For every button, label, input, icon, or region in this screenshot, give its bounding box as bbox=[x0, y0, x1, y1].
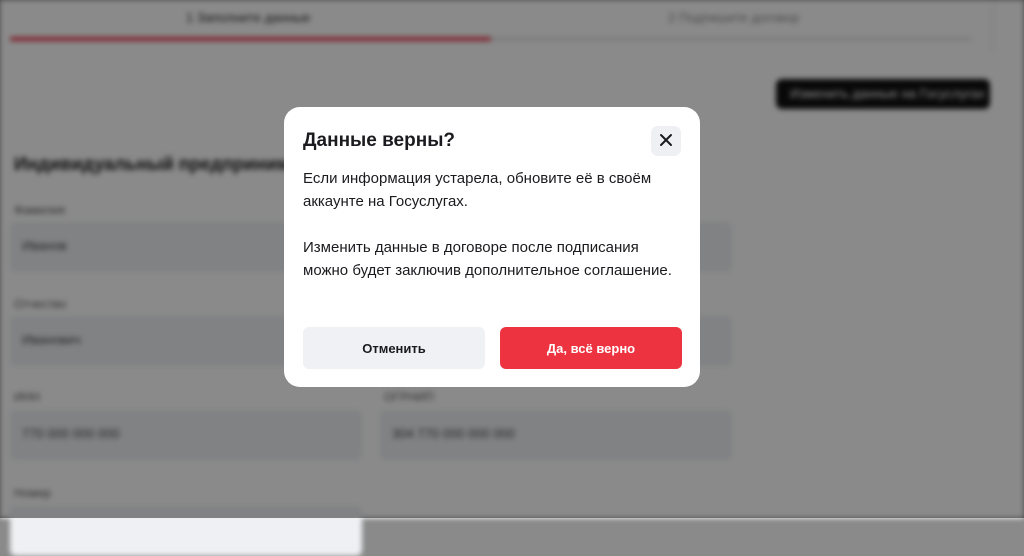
confirm-dialog: Данные верны? Если информация устарела, … bbox=[284, 107, 700, 387]
close-icon bbox=[659, 133, 673, 150]
dialog-title: Данные верны? bbox=[303, 130, 456, 151]
dialog-text-agreement: Изменить данные в договоре после подписа… bbox=[303, 239, 672, 279]
close-button[interactable] bbox=[651, 126, 681, 156]
dialog-text-update: Если информация устарела, обновите её в … bbox=[303, 170, 652, 210]
confirm-button[interactable]: Да, всё верно bbox=[500, 327, 682, 369]
cancel-button[interactable]: Отменить bbox=[303, 327, 485, 369]
